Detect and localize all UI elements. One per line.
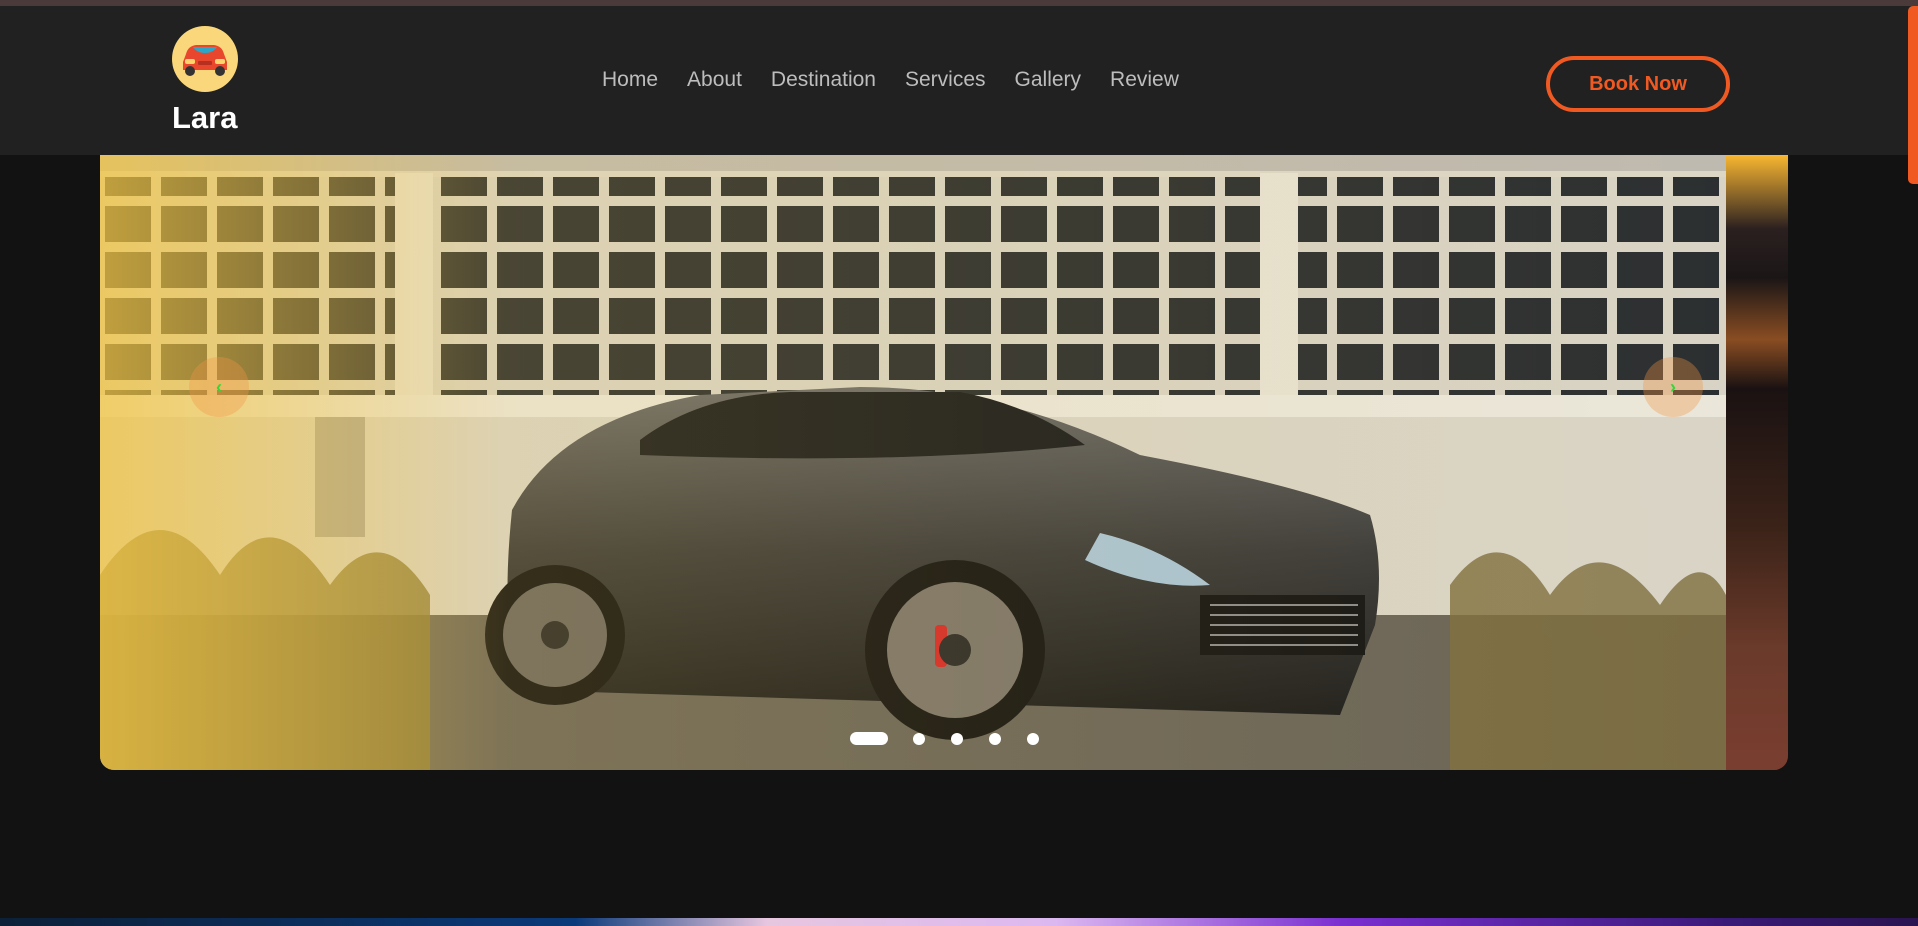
nav-item-review[interactable]: Review — [1110, 68, 1179, 92]
logo[interactable] — [172, 26, 238, 92]
slide-image — [100, 155, 1726, 770]
slider-dot[interactable] — [951, 732, 963, 745]
nav-item-gallery[interactable]: Gallery — [1015, 68, 1082, 92]
chevron-right-icon: › — [1670, 376, 1676, 397]
scrollbar-thumb[interactable] — [1908, 6, 1918, 184]
slider-dot[interactable] — [850, 732, 888, 745]
next-slide-preview — [1726, 155, 1788, 770]
slider-dot[interactable] — [989, 732, 1001, 745]
brand-name[interactable]: Lara — [172, 100, 237, 136]
navbar: Lara Home About Destination Services Gal… — [0, 6, 1918, 155]
nav-item-about[interactable]: About — [687, 68, 742, 92]
main-nav: Home About Destination Services Gallery … — [602, 68, 1208, 92]
slider-next-button[interactable]: › — [1643, 357, 1703, 417]
nav-item-home[interactable]: Home — [602, 68, 658, 92]
slider-prev-button[interactable]: ‹ — [189, 357, 249, 417]
slider-dot[interactable] — [913, 732, 925, 745]
nav-item-services[interactable]: Services — [905, 68, 986, 92]
slider-dot[interactable] — [1027, 732, 1039, 745]
slider-pagination — [850, 732, 1065, 745]
bottom-gradient-strip — [0, 918, 1918, 926]
nav-item-destination[interactable]: Destination — [771, 68, 876, 92]
chevron-left-icon: ‹ — [216, 376, 222, 397]
hero-slider: ‹ › — [100, 155, 1788, 770]
red-car-icon — [183, 45, 227, 76]
book-now-button[interactable]: Book Now — [1546, 56, 1730, 112]
